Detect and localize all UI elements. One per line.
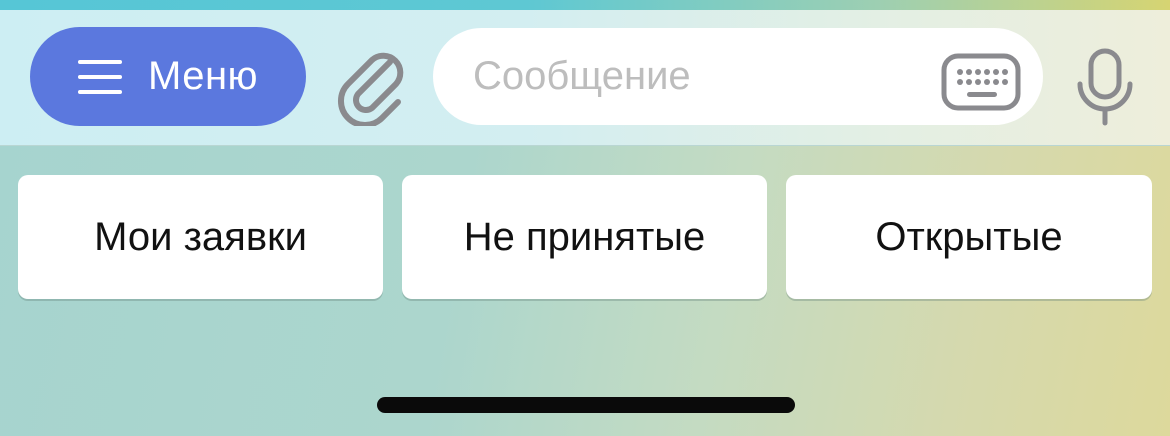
- menu-button-label: Меню: [147, 54, 259, 98]
- paperclip-icon[interactable]: [336, 46, 406, 129]
- message-input[interactable]: [473, 54, 913, 99]
- hamburger-icon: [77, 59, 122, 94]
- message-composer: Меню: [0, 10, 1170, 146]
- microphone-icon[interactable]: [1074, 48, 1136, 128]
- home-indicator: [377, 397, 795, 413]
- reply-button-open[interactable]: Открытые: [786, 175, 1152, 299]
- reply-button-not-accepted[interactable]: Не принятые: [402, 175, 767, 299]
- menu-button[interactable]: Меню: [30, 27, 306, 126]
- keyboard-icon[interactable]: [941, 53, 1021, 111]
- chat-background-strip: [0, 0, 1170, 10]
- reply-button-my-requests[interactable]: Мои заявки: [18, 175, 383, 299]
